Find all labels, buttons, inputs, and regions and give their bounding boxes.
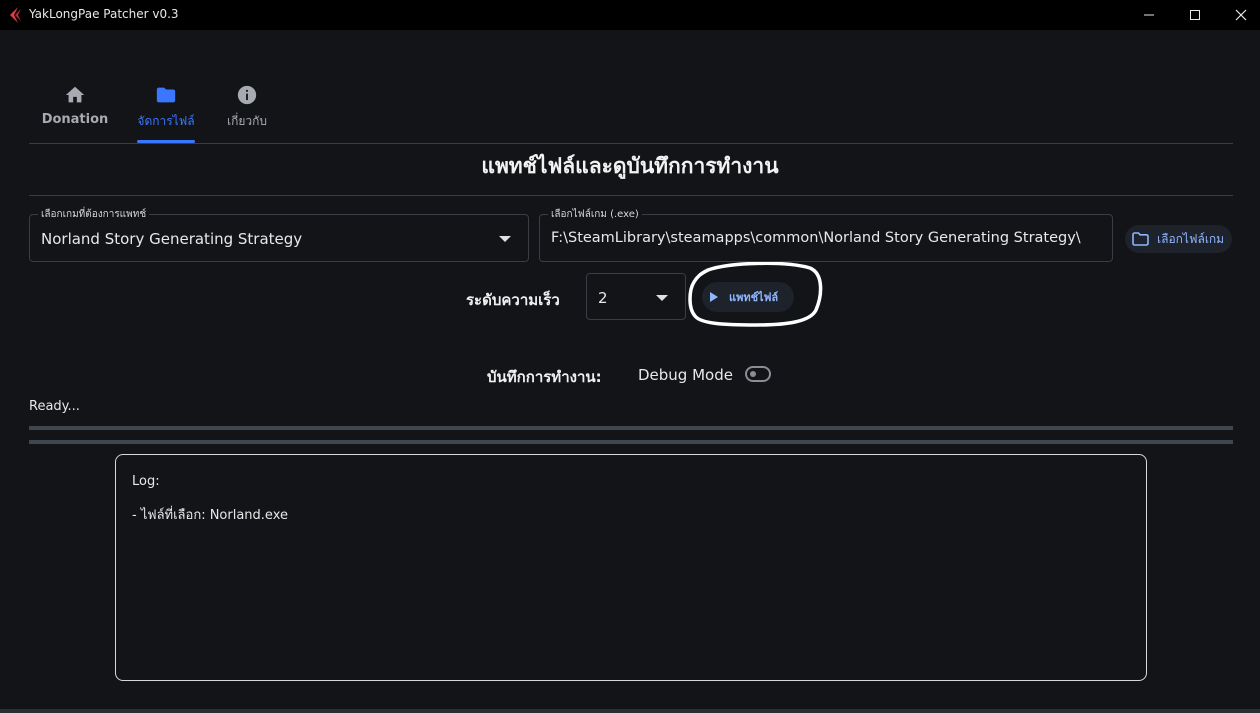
exe-path-value: F:\SteamLibrary\steamapps\common\Norland… [551,230,1081,246]
annotation-circle [688,262,823,327]
tab-label: เกี่ยวกับ [226,114,268,128]
tab-label: จัดการไฟล์ [137,114,195,128]
exe-path-label: เลือกไฟล์เกม (.exe) [548,207,642,222]
progress-bar-secondary [29,440,1233,444]
speed-label: ระดับความเร็ว [466,291,560,309]
bottom-strip [0,709,1260,713]
title-bar: YakLongPae Patcher v0.3 [0,0,1260,30]
debug-mode-toggle[interactable] [745,366,771,382]
title-divider [29,195,1233,196]
toggle-knob [750,371,756,377]
minimize-button[interactable] [1126,0,1172,30]
game-select-label: เลือกเกมที่ต้องการแพทช์ [38,207,150,222]
dropdown-arrow-icon [499,236,511,242]
maximize-icon [1190,10,1200,20]
home-icon [65,86,85,103]
log-heading: บันทึกการทำงาน: [487,368,602,386]
browse-game-file-button[interactable]: เลือกไฟล์เกม [1125,225,1232,253]
game-select-dropdown[interactable]: เลือกเกมที่ต้องการแพทช์ Norland Story Ge… [29,207,529,262]
folder-outline-icon [1132,232,1149,246]
tab-label: Donation [41,112,109,127]
game-select-value: Norland Story Generating Strategy [41,230,303,248]
log-title: Log: [132,474,160,489]
browse-button-label: เลือกไฟล์เกม [1157,231,1225,246]
progress-bar [29,426,1233,430]
log-output-box[interactable]: Log: - ไฟล์ที่เลือก: Norland.exe [115,454,1147,681]
debug-mode-label: Debug Mode [638,366,733,384]
minimize-icon [1144,14,1154,16]
speed-select-value: 2 [598,289,608,307]
folder-icon [156,87,176,103]
info-icon [237,85,257,105]
maximize-button[interactable] [1172,0,1218,30]
exe-path-field[interactable]: เลือกไฟล์เกม (.exe) F:\SteamLibrary\stea… [539,207,1113,262]
tab-donation[interactable]: Donation [40,84,110,142]
window-title: YakLongPae Patcher v0.3 [29,7,179,21]
speed-select-dropdown[interactable]: 2 [586,273,686,320]
status-text: Ready... [29,399,80,414]
app-logo-icon [10,7,21,23]
tabs-divider [29,143,1233,144]
page-title: แพทช์ไฟล์และดูบันทึกการทำงาน [481,154,779,178]
dropdown-arrow-icon [656,295,668,301]
close-icon [1235,9,1247,21]
tab-file-management[interactable]: จัดการไฟล์ [133,84,199,142]
log-line: - ไฟล์ที่เลือก: Norland.exe [132,508,288,523]
close-button[interactable] [1218,0,1260,30]
tab-about[interactable]: เกี่ยวกับ [220,84,274,142]
